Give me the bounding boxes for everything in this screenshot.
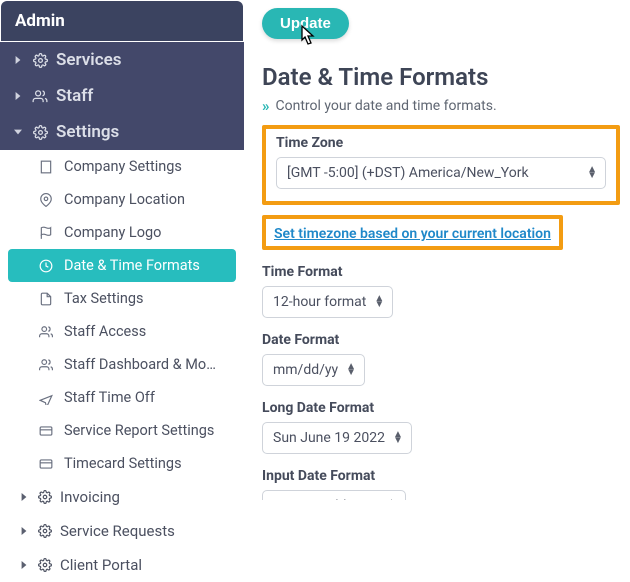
sidebar: Admin Services Staff (0, 0, 244, 500)
sidebar-item-staff-dashboard[interactable]: Staff Dashboard & Mo… (0, 348, 244, 381)
sidebar-item-company-settings[interactable]: Company Settings (0, 150, 244, 183)
clock-icon (38, 259, 54, 273)
chevron-right-icon (14, 56, 24, 64)
nav-services-label: Services (56, 50, 121, 70)
chevron-right-icon (20, 561, 30, 569)
date-format-value: mm/dd/yy (273, 362, 338, 378)
input-date-format-label: Input Date Format (262, 468, 620, 484)
date-format-label: Date Format (262, 332, 620, 348)
nav-service-requests[interactable]: Service Requests (0, 514, 244, 548)
nav-invoicing[interactable]: Invoicing (0, 480, 244, 514)
chevron-right-icon (14, 92, 24, 100)
sidebar-item-timecard-settings[interactable]: Timecard Settings (0, 447, 244, 480)
card-icon (38, 424, 54, 438)
nav-settings[interactable]: Settings (0, 114, 244, 150)
sidebar-item-label: Tax Settings (64, 290, 143, 307)
gear-icon (38, 490, 52, 504)
long-date-format-select[interactable]: Sun June 19 2022 ▲▼ (262, 422, 412, 454)
nav-settings-label: Settings (56, 122, 119, 142)
document-icon (38, 292, 54, 306)
select-arrows-icon: ▲▼ (346, 364, 356, 376)
sidebar-item-label: Company Settings (64, 158, 182, 175)
gear-icon (38, 558, 52, 572)
sidebar-item-staff-access[interactable]: Staff Access (0, 315, 244, 348)
nav-client-portal[interactable]: Client Portal (0, 548, 244, 582)
chevron-right-icon (20, 527, 30, 535)
input-date-format-select[interactable]: Sun mm/dd/yyyy ▲▼ (262, 490, 406, 500)
sidebar-item-tax-settings[interactable]: Tax Settings (0, 282, 244, 315)
plane-icon (38, 391, 54, 405)
settings-submenu: Company Settings Company Location Compan… (0, 150, 244, 582)
page-subtitle: » Control your date and time formats. (262, 97, 620, 115)
highlight-box-timezone: Time Zone [GMT -5:00] (+DST) America/New… (262, 125, 620, 205)
set-timezone-link[interactable]: Set timezone based on your current locat… (274, 226, 551, 242)
pin-icon (38, 193, 54, 207)
update-button[interactable]: Update (262, 8, 349, 39)
sidebar-item-label: Date & Time Formats (64, 257, 200, 274)
select-arrows-icon: ▲▼ (393, 432, 403, 444)
sidebar-item-company-logo[interactable]: Company Logo (0, 216, 244, 249)
long-date-format-label: Long Date Format (262, 400, 620, 416)
sidebar-item-service-report-settings[interactable]: Service Report Settings (0, 414, 244, 447)
nav-services[interactable]: Services (0, 42, 244, 78)
time-format-select[interactable]: 12-hour format ▲▼ (262, 286, 393, 318)
chevron-down-icon (14, 128, 24, 136)
sidebar-item-label: Timecard Settings (64, 455, 182, 472)
nav-client-portal-label: Client Portal (60, 556, 142, 574)
gear-icon (38, 524, 52, 538)
sidebar-header: Admin (1, 1, 243, 41)
sidebar-item-label: Company Location (64, 191, 185, 208)
gear-icon (32, 125, 48, 140)
page-title: Date & Time Formats (262, 63, 620, 91)
update-button-label: Update (280, 15, 331, 32)
time-format-label: Time Format (262, 264, 620, 280)
users-icon (38, 358, 54, 372)
nav: Services Staff Settings (0, 42, 244, 150)
sidebar-item-label: Staff Time Off (64, 389, 155, 406)
select-arrows-icon: ▲▼ (587, 167, 597, 179)
long-date-format-value: Sun June 19 2022 (273, 430, 385, 446)
chevrons-right-icon: » (262, 97, 270, 115)
sidebar-item-label: Company Logo (64, 224, 161, 241)
building-icon (38, 160, 54, 174)
nav-staff[interactable]: Staff (0, 78, 244, 114)
users-icon (38, 325, 54, 339)
select-arrows-icon: ▲▼ (374, 296, 384, 308)
sidebar-item-date-time-formats[interactable]: Date & Time Formats (8, 249, 236, 282)
date-format-select[interactable]: mm/dd/yy ▲▼ (262, 354, 365, 386)
card-icon (38, 457, 54, 471)
gear-icon (32, 53, 48, 68)
highlight-box-set-timezone-link: Set timezone based on your current locat… (262, 215, 563, 250)
sidebar-item-label: Staff Access (64, 323, 146, 340)
timezone-select[interactable]: [GMT -5:00] (+DST) America/New_York ▲▼ (276, 157, 606, 189)
main-content: Update Date & Time Formats » Control you… (244, 0, 630, 500)
sidebar-title: Admin (15, 11, 65, 31)
timezone-value: [GMT -5:00] (+DST) America/New_York (287, 165, 529, 181)
nav-service-requests-label: Service Requests (60, 522, 175, 540)
nav-invoicing-label: Invoicing (60, 488, 120, 506)
sidebar-item-label: Staff Dashboard & Mo… (64, 356, 216, 373)
timezone-label: Time Zone (276, 135, 606, 151)
sidebar-item-staff-time-off[interactable]: Staff Time Off (0, 381, 244, 414)
sidebar-item-company-location[interactable]: Company Location (0, 183, 244, 216)
users-icon (32, 89, 48, 104)
nav-staff-label: Staff (56, 86, 93, 106)
time-format-value: 12-hour format (273, 294, 366, 310)
flag-icon (38, 226, 54, 240)
page-subtitle-text: Control your date and time formats. (276, 98, 497, 114)
sidebar-item-label: Service Report Settings (64, 422, 214, 439)
